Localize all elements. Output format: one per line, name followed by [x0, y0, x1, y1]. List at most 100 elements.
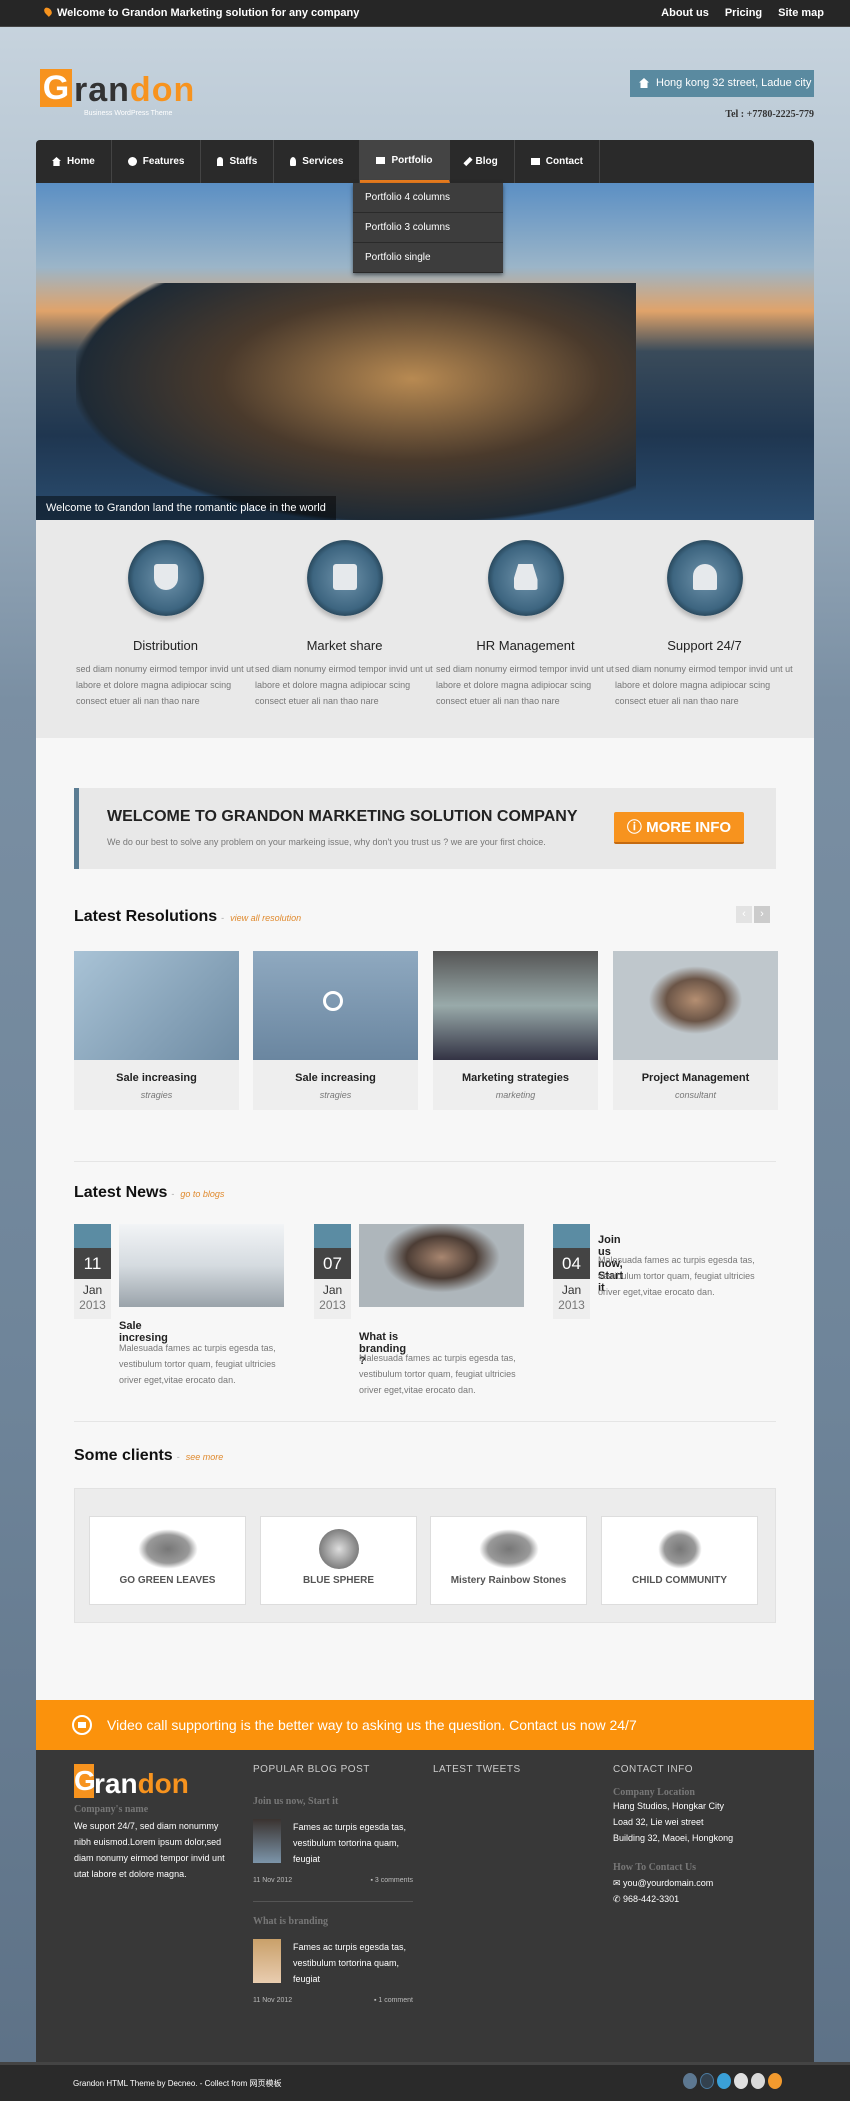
post-date: 11 Nov 2012: [253, 1997, 293, 2004]
resolutions-heading: Latest Resolutions - view all resolution: [74, 908, 301, 926]
logo-ran: ran: [94, 1768, 138, 1799]
phone-number: 968-442-3301: [623, 1894, 680, 1904]
post-text: Fames ac turpis egesda tas, vestibulum t…: [293, 1822, 407, 1864]
post-title[interactable]: What is branding: [253, 1916, 413, 1927]
pricing-link[interactable]: Pricing: [725, 7, 762, 19]
envelope-icon: ✉: [613, 1878, 624, 1888]
dropdown-portfolio-4-columns[interactable]: Portfolio 4 columns: [353, 183, 503, 213]
google-icon[interactable]: [700, 2073, 714, 2089]
post-title[interactable]: Join us now, Start it: [253, 1796, 413, 1807]
nav-label: Home: [67, 156, 95, 167]
client-logo[interactable]: BLUE SPHERE: [260, 1516, 417, 1605]
nav-services[interactable]: Services: [274, 140, 361, 183]
footer-contact: CONTACT INFO Company Location Hang Studi…: [613, 1764, 793, 1907]
comments-link[interactable]: ▪ 1 comment: [374, 1997, 413, 2004]
welcome-box: WELCOME TO GRANDON MARKETING SOLUTION CO…: [74, 788, 776, 869]
location-line: Load 32, Lie wei street: [613, 1817, 704, 1827]
features-section: Distribution sed diam nonumy eirmod tempo…: [36, 520, 814, 738]
company-label: Company's name: [74, 1804, 149, 1815]
search-icon: [323, 991, 343, 1011]
client-name: GO GREEN LEAVES: [119, 1575, 216, 1586]
date-box: 04 Jan 2013: [553, 1224, 590, 1319]
site-map-link[interactable]: Site map: [778, 7, 824, 19]
home-icon: [52, 157, 61, 166]
logo-g: G: [40, 69, 72, 107]
twitter-icon[interactable]: [717, 2073, 731, 2089]
people-logo-icon: [657, 1529, 702, 1569]
feature-text: sed diam nonumy eirmod tempor invid unt …: [615, 664, 793, 706]
youtube-icon[interactable]: [751, 2073, 765, 2089]
blog-title: POPULAR BLOG POST: [253, 1764, 370, 1775]
date-month: Jan: [322, 1283, 343, 1297]
feature-text: sed diam nonumy eirmod tempor invid unt …: [76, 664, 254, 706]
nav-label: Services: [302, 156, 344, 167]
date-year: 2013: [558, 1298, 585, 1312]
welcome-title: WELCOME TO GRANDON MARKETING SOLUTION CO…: [107, 808, 578, 825]
card-subtitle: stragies: [319, 1090, 352, 1100]
dropdown-portfolio-3-columns[interactable]: Portfolio 3 columns: [353, 213, 503, 243]
feature-hr-management: HR Management sed diam nonumy eirmod temp…: [433, 520, 618, 709]
about-text: We suport 24/7, sed diam nonummy nibh eu…: [74, 1821, 225, 1879]
view-all-resolution-link[interactable]: view all resolution: [230, 913, 301, 923]
logo[interactable]: G randon: [40, 69, 195, 107]
logo-g: G: [74, 1764, 96, 1798]
feature-title: HR Management: [476, 638, 575, 653]
footer: Gran don Company's name We suport 24/7, s…: [36, 1750, 814, 2062]
facebook-icon[interactable]: [683, 2073, 697, 2089]
resolution-card[interactable]: Sale increasing stragies: [253, 951, 418, 1110]
news-heading: Latest News - go to blogs: [74, 1184, 224, 1202]
leaves-logo-icon: [137, 1529, 198, 1569]
post-thumbnail[interactable]: [253, 1819, 281, 1863]
resolution-card[interactable]: Sale increasing stragies: [74, 951, 239, 1110]
location-label: Company Location: [613, 1787, 695, 1798]
nav-contact[interactable]: Contact: [515, 140, 600, 183]
nav-label: Features: [142, 156, 185, 167]
nav-portfolio[interactable]: Portfolio: [360, 140, 450, 183]
date-month: Jan: [82, 1283, 103, 1297]
resolution-card[interactable]: Project Management consultant: [613, 951, 778, 1110]
client-logo[interactable]: GO GREEN LEAVES: [89, 1516, 246, 1605]
date-year: 2013: [319, 1298, 346, 1312]
divider: [74, 1421, 776, 1422]
next-arrow-icon[interactable]: ›: [754, 906, 770, 923]
nav-features[interactable]: Features: [112, 140, 202, 183]
nav-staffs[interactable]: Staffs: [201, 140, 275, 183]
divider: [74, 1161, 776, 1162]
video-call-banner[interactable]: Video call supporting is the better way …: [36, 1700, 814, 1750]
post-text: Fames ac turpis egesda tas, vestibulum t…: [293, 1942, 407, 1984]
rss-icon[interactable]: [768, 2073, 782, 2089]
date-day: 07: [314, 1248, 351, 1279]
news-image[interactable]: [119, 1224, 284, 1307]
logo-ran: ran: [74, 71, 130, 109]
resolution-card[interactable]: Marketing strategies marketing: [433, 951, 598, 1110]
nav-home[interactable]: Home: [36, 140, 112, 183]
main-nav: Home Features Staffs Services Portfolio …: [36, 140, 814, 183]
more-info-button[interactable]: ⓘ MORE INFO: [614, 812, 744, 844]
trophy-icon: [127, 540, 204, 616]
stones-logo-icon: [478, 1529, 539, 1569]
address-text: Hong kong 32 street, Ladue city: [656, 77, 812, 89]
see-more-link[interactable]: see more: [186, 1452, 224, 1462]
tweets-title: LATEST TWEETS: [433, 1764, 521, 1775]
video-icon: [553, 1224, 590, 1248]
go-to-blogs-link[interactable]: go to blogs: [180, 1189, 224, 1199]
card-image: [613, 951, 778, 1060]
card-image: [433, 951, 598, 1060]
about-us-link[interactable]: About us: [661, 7, 709, 19]
news-text: Malesuada fames ac turpis egesda tas, ve…: [119, 1343, 276, 1385]
post-thumbnail[interactable]: [253, 1939, 281, 1983]
client-logo[interactable]: Mistery Rainbow Stones: [430, 1516, 587, 1605]
news-image[interactable]: [359, 1224, 524, 1307]
nav-blog[interactable]: Blog: [450, 140, 515, 183]
email-link[interactable]: you@yourdomain.com: [623, 1878, 713, 1888]
date-box: 11 Jan 2013: [74, 1224, 111, 1319]
comments-link[interactable]: ▪ 3 comments: [370, 1877, 413, 1884]
prev-arrow-icon[interactable]: ‹: [736, 906, 752, 923]
card-subtitle: consultant: [674, 1090, 717, 1100]
video-camera-icon: [72, 1715, 92, 1735]
users-icon: [666, 540, 743, 616]
dropdown-portfolio-single[interactable]: Portfolio single: [353, 243, 503, 273]
flickr-icon[interactable]: [734, 2073, 748, 2089]
client-logo[interactable]: CHILD COMMUNITY: [601, 1516, 758, 1605]
envelope-icon: [530, 158, 540, 165]
